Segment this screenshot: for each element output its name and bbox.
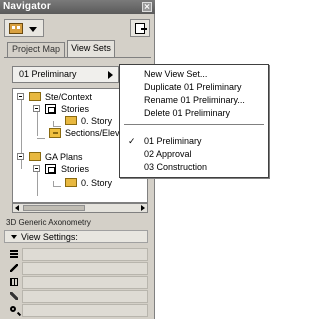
- menu-divider: [124, 124, 264, 125]
- chevron-down-icon: [11, 235, 17, 239]
- layout-settings-button[interactable]: [130, 19, 150, 37]
- menu-item-delete[interactable]: Delete 01 Preliminary: [120, 107, 268, 119]
- view-settings-toggle[interactable]: View Settings:: [4, 230, 148, 243]
- scroll-right-icon[interactable]: [141, 205, 145, 211]
- collapse-icon[interactable]: [33, 105, 40, 112]
- tree-connector: [37, 169, 38, 196]
- collapse-icon[interactable]: [17, 93, 24, 100]
- tree-item-label: 0. Story: [81, 178, 113, 188]
- folder-icon: [65, 178, 77, 187]
- chevron-right-icon: [108, 71, 113, 79]
- scroll-left-icon[interactable]: [15, 205, 19, 211]
- layer-icon: [45, 104, 56, 114]
- layer-combination-field[interactable]: [22, 248, 148, 261]
- building-icon: [9, 23, 23, 34]
- close-icon[interactable]: [142, 2, 152, 12]
- horizontal-scrollbar[interactable]: [12, 203, 148, 213]
- view-set-tools-button[interactable]: [4, 19, 44, 37]
- tree-item-label: Stories: [61, 164, 90, 174]
- layer-icon: [45, 164, 56, 174]
- collapse-icon[interactable]: [17, 153, 24, 160]
- folder-icon: [29, 152, 41, 161]
- sheet-icon: [135, 23, 147, 34]
- chevron-down-icon: [29, 27, 37, 32]
- menu-item-new-view-set[interactable]: New View Set...: [120, 68, 268, 80]
- tab-divider: [4, 57, 151, 58]
- pencil-icon: [10, 292, 18, 300]
- tree-item-label: GA Plans: [45, 152, 83, 162]
- tree-connector: [53, 186, 61, 187]
- view-set-dropdown-value: 01 Preliminary: [19, 69, 77, 79]
- tree-item-label: Sections/Elev: [65, 128, 120, 138]
- view-set-dropdown[interactable]: 01 Preliminary: [12, 66, 119, 83]
- magnifier-icon: [10, 306, 16, 312]
- menu-item-rename[interactable]: Rename 01 Preliminary...: [120, 94, 268, 106]
- tree-connector: [37, 138, 45, 139]
- folder-icon: [65, 116, 77, 125]
- menu-item-viewset-02[interactable]: 02 Approval: [120, 148, 268, 160]
- settings-row-pen: [10, 262, 148, 275]
- collapse-icon[interactable]: [33, 165, 40, 172]
- display-field[interactable]: [22, 276, 148, 289]
- tree-connector: [37, 109, 38, 136]
- current-view-label: 3D Generic Axonometry: [6, 218, 91, 227]
- view-set-context-menu: New View Set... Duplicate 01 Preliminary…: [119, 64, 269, 178]
- checkmark-icon: ✓: [128, 136, 136, 146]
- pen-set-field[interactable]: [22, 262, 148, 275]
- folder-icon: [29, 92, 41, 101]
- grid-icon: [10, 278, 18, 286]
- window-title: Navigator: [3, 1, 51, 12]
- tree-item-label: Stories: [61, 104, 90, 114]
- layers-icon: [10, 250, 18, 258]
- dimensioning-field[interactable]: [22, 290, 148, 303]
- menu-item-viewset-01[interactable]: ✓ 01 Preliminary: [120, 135, 268, 147]
- settings-row-pencil: [10, 290, 148, 303]
- settings-row-layers: [10, 248, 148, 261]
- settings-row-grid: [10, 276, 148, 289]
- pencil-icon: [49, 128, 61, 138]
- tab-project-map[interactable]: Project Map: [7, 42, 65, 57]
- title-bar[interactable]: Navigator: [0, 0, 155, 14]
- tree-connector: [53, 126, 61, 127]
- tab-view-sets[interactable]: View Sets: [67, 40, 115, 57]
- menu-item-duplicate[interactable]: Duplicate 01 Preliminary: [120, 81, 268, 93]
- zoom-field[interactable]: [22, 304, 148, 317]
- tree-item-label: 0. Story: [81, 116, 113, 126]
- menu-item-viewset-03[interactable]: 03 Construction: [120, 161, 268, 173]
- menu-item-label: 01 Preliminary: [144, 136, 202, 146]
- settings-row-zoom: [10, 304, 148, 317]
- view-settings-label: View Settings:: [21, 232, 78, 242]
- pen-icon: [10, 264, 18, 272]
- tree-item-label: Ste/Context: [45, 92, 93, 102]
- scroll-thumb[interactable]: [23, 205, 85, 211]
